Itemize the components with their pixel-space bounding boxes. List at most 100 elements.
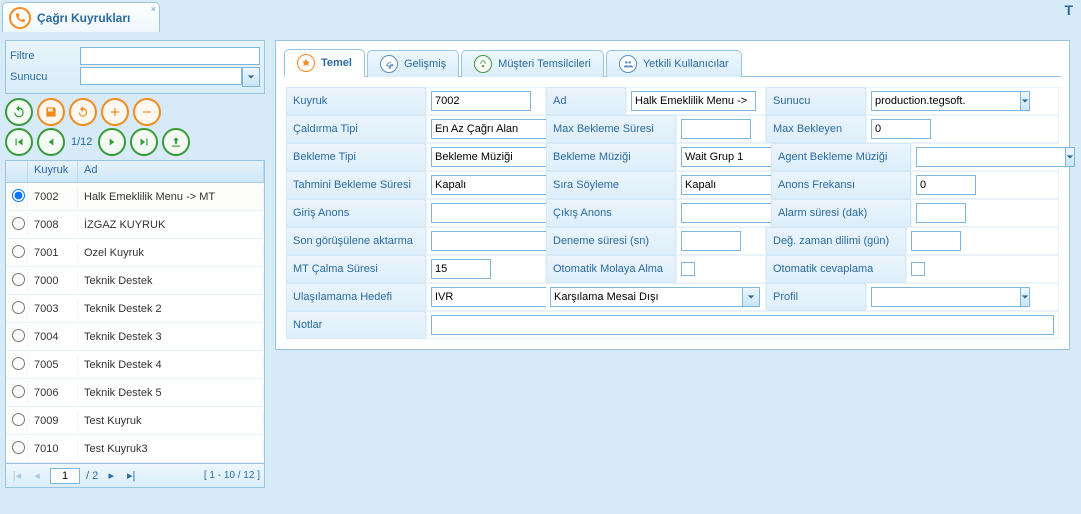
filter-input[interactable] (80, 47, 260, 65)
label-mt-calma: MT Çalma Süresi (286, 255, 426, 283)
chevron-down-icon[interactable] (1020, 91, 1030, 111)
last-page-button[interactable] (130, 128, 158, 156)
row-ad: Ozel Kuyruk (78, 243, 264, 263)
row-kuyruk: 7000 (28, 271, 78, 291)
row-radio[interactable] (12, 441, 25, 454)
left-panel: Filtre Sunucu 1/12 Kuyruk Ad 7002 (5, 40, 265, 488)
save-button[interactable] (37, 98, 65, 126)
input-alarm-sure[interactable] (916, 203, 966, 223)
pager-first-icon[interactable]: |◂ (10, 469, 24, 483)
row-radio[interactable] (12, 189, 25, 202)
row-radio-cell[interactable] (6, 213, 28, 237)
row-radio[interactable] (12, 329, 25, 342)
chevron-down-icon[interactable] (242, 67, 260, 87)
users-icon (619, 55, 637, 73)
chevron-down-icon[interactable] (1020, 287, 1030, 307)
table-row[interactable]: 7004Teknik Destek 3 (6, 323, 264, 351)
row-ad: Halk Emeklilik Menu -> MT (78, 187, 264, 207)
input-kuyruk[interactable] (431, 91, 531, 111)
grid-header: Kuyruk Ad (6, 161, 264, 183)
checkbox-otomatik-molaya[interactable] (681, 262, 695, 276)
table-row[interactable]: 7001Ozel Kuyruk (6, 239, 264, 267)
input-ulasilamama-2[interactable] (550, 287, 742, 307)
server-combo-input[interactable] (80, 67, 242, 85)
row-radio[interactable] (12, 273, 25, 286)
row-radio[interactable] (12, 301, 25, 314)
row-radio[interactable] (12, 245, 25, 258)
row-ad: Teknik Destek 5 (78, 383, 264, 403)
table-row[interactable]: 7003Teknik Destek 2 (6, 295, 264, 323)
row-kuyruk: 7004 (28, 327, 78, 347)
table-row[interactable]: 7009Test Kuyruk (6, 407, 264, 435)
row-radio[interactable] (12, 357, 25, 370)
pager-prev-icon[interactable]: ◂ (30, 469, 44, 483)
tab-yetkili[interactable]: Yetkili Kullanıcılar (606, 50, 742, 77)
main-tab-call-queues[interactable]: Çağrı Kuyrukları × (2, 2, 160, 32)
row-radio[interactable] (12, 217, 25, 230)
export-button[interactable] (162, 128, 190, 156)
server-label: Sunucu (10, 71, 80, 83)
table-row[interactable]: 7008İZGAZ KUYRUK (6, 211, 264, 239)
next-page-button[interactable] (98, 128, 126, 156)
row-ad: Teknik Destek 2 (78, 299, 264, 319)
prev-page-button[interactable] (37, 128, 65, 156)
tab-mt[interactable]: Müşteri Temsilcileri (461, 50, 604, 77)
input-agent-bekleme[interactable] (916, 147, 1065, 167)
chevron-down-icon[interactable] (1065, 147, 1075, 167)
row-ad: Teknik Destek 4 (78, 355, 264, 375)
table-row[interactable]: 7005Teknik Destek 4 (6, 351, 264, 379)
reload-button[interactable] (69, 98, 97, 126)
row-radio-cell[interactable] (6, 409, 28, 433)
label-max-bekleyen: Max Bekleyen (766, 115, 866, 143)
remove-button[interactable] (133, 98, 161, 126)
input-profil[interactable] (871, 287, 1020, 307)
row-radio-cell[interactable] (6, 353, 28, 377)
checkbox-otomatik-cevap[interactable] (911, 262, 925, 276)
input-notlar[interactable] (431, 315, 1054, 335)
grid-header-select (6, 161, 28, 182)
grid-header-ad[interactable]: Ad (78, 161, 264, 182)
label-ulasilamama: Ulaşılamama Hedefi (286, 283, 426, 311)
tab-gelismis[interactable]: Gelişmiş (367, 50, 459, 77)
input-mt-calma[interactable] (431, 259, 491, 279)
pager-range: [ 1 - 10 / 12 ] (204, 470, 260, 481)
label-otomatik-molaya: Otomatik Molaya Alma (546, 255, 676, 283)
table-row[interactable]: 7002Halk Emeklilik Menu -> MT (6, 183, 264, 211)
row-radio[interactable] (12, 413, 25, 426)
refresh-button[interactable] (5, 98, 33, 126)
row-radio[interactable] (12, 385, 25, 398)
row-radio-cell[interactable] (6, 325, 28, 349)
table-row[interactable]: 7000Teknik Destek (6, 267, 264, 295)
table-row[interactable]: 7006Teknik Destek 5 (6, 379, 264, 407)
label-alarm-sure: Alarm süresi (dak) (771, 199, 911, 227)
row-kuyruk: 7005 (28, 355, 78, 375)
row-kuyruk: 7003 (28, 299, 78, 319)
chevron-down-icon[interactable] (742, 287, 760, 307)
input-anons-frekansi[interactable] (916, 175, 976, 195)
pager-page-input[interactable] (50, 468, 80, 484)
row-radio-cell[interactable] (6, 297, 28, 321)
user-headset-icon (474, 55, 492, 73)
tab-temel[interactable]: Temel (284, 49, 365, 77)
pager-last-icon[interactable]: ▸| (124, 469, 138, 483)
row-radio-cell[interactable] (6, 241, 28, 265)
row-radio-cell[interactable] (6, 269, 28, 293)
filter-box: Filtre Sunucu (5, 40, 265, 94)
input-deneme-sure[interactable] (681, 231, 741, 251)
add-button[interactable] (101, 98, 129, 126)
row-radio-cell[interactable] (6, 185, 28, 209)
grid-header-kuyruk[interactable]: Kuyruk (28, 161, 78, 182)
input-deg-zaman[interactable] (911, 231, 961, 251)
input-max-bekleme[interactable] (681, 119, 751, 139)
row-radio-cell[interactable] (6, 437, 28, 461)
first-page-button[interactable] (5, 128, 33, 156)
close-icon[interactable]: × (151, 4, 156, 14)
label-ad: Ad (546, 87, 626, 115)
input-max-bekleyen[interactable] (871, 119, 931, 139)
input-ad[interactable] (631, 91, 756, 111)
row-radio-cell[interactable] (6, 381, 28, 405)
toolbar (5, 94, 265, 128)
pager-next-icon[interactable]: ▸ (104, 469, 118, 483)
table-row[interactable]: 7010Test Kuyruk3 (6, 435, 264, 463)
input-sunucu[interactable] (871, 91, 1020, 111)
